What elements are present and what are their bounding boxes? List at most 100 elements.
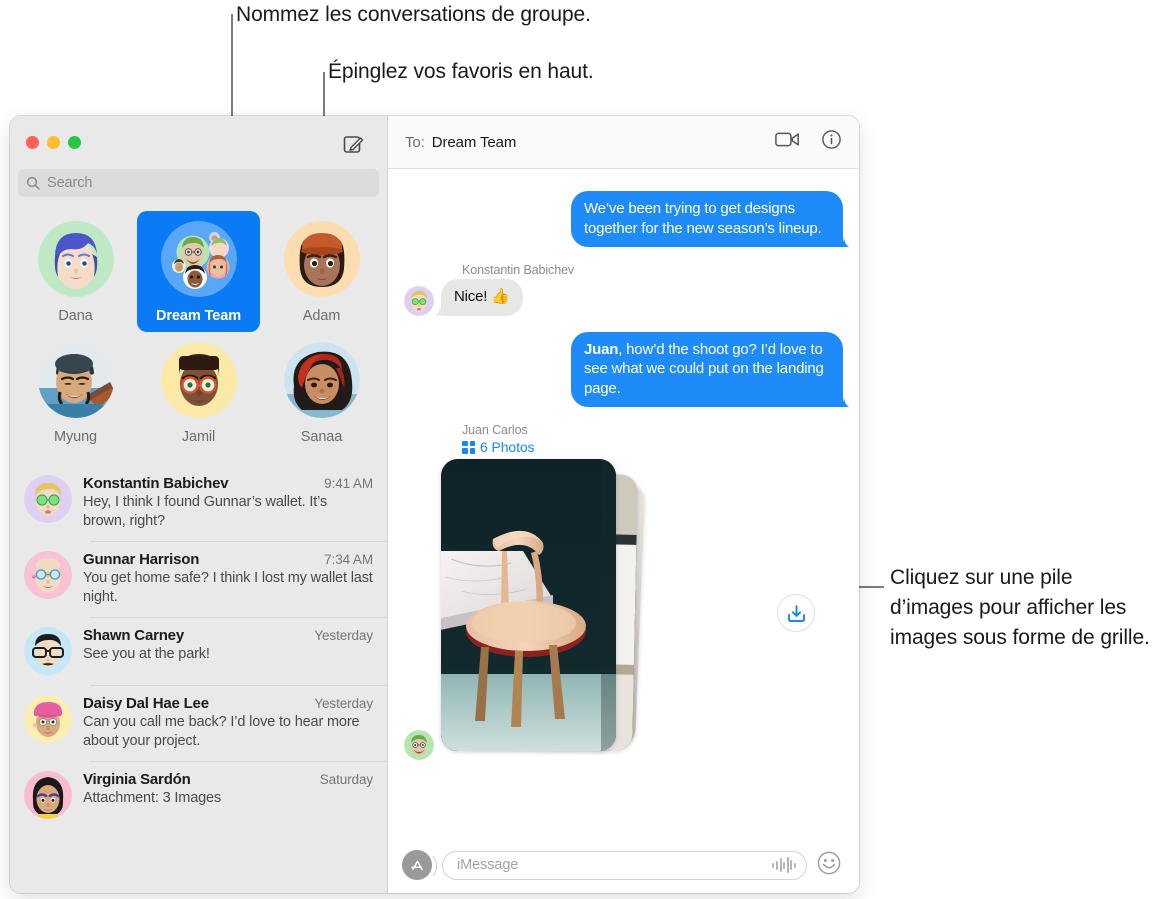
- close-button[interactable]: [26, 136, 39, 149]
- timestamp: 9:41 AM: [324, 476, 373, 491]
- pinned-item-adam[interactable]: Adam: [260, 211, 383, 332]
- photo-stack[interactable]: [441, 459, 815, 766]
- message-row-incoming: Nice! 👍: [404, 279, 843, 316]
- timestamp: 7:34 AM: [324, 552, 373, 567]
- message-group-photos: Juan Carlos 6 Photos: [404, 423, 843, 766]
- window-titlebar: [10, 116, 387, 169]
- window-controls: [26, 136, 81, 149]
- search-container: Search: [10, 169, 387, 207]
- list-item-body: Konstantin Babichev 9:41 AM Hey, I think…: [83, 475, 373, 531]
- timestamp: Yesterday: [314, 628, 373, 643]
- photo-count-label: 6 Photos: [480, 439, 535, 455]
- pinned-item-jamil[interactable]: Jamil: [137, 332, 260, 453]
- list-item-body: Shawn Carney Yesterday See you at the pa…: [83, 627, 373, 675]
- callout-image-stack: Cliquez sur une pile d’images pour affic…: [890, 566, 1150, 649]
- avatar: [24, 627, 72, 675]
- message-bubble[interactable]: Nice! 👍: [441, 279, 523, 316]
- avatar-dream-team-group: [160, 221, 237, 297]
- zoom-button[interactable]: [68, 136, 81, 149]
- messages-app-window: Search Dana Dream Team Adam Myung Jamil …: [10, 116, 859, 893]
- to-label: To:: [405, 133, 425, 151]
- audio-waveform-icon[interactable]: [772, 857, 796, 873]
- message-row-outgoing: Juan, how’d the shoot go? I’d love to se…: [404, 331, 843, 407]
- message-composer: iMessage: [388, 837, 859, 893]
- search-icon: [26, 176, 40, 190]
- conversation-header: To: Dream Team: [388, 116, 859, 169]
- mention: Juan: [584, 340, 619, 358]
- message-group-incoming: Konstantin Babichev Nice! 👍: [404, 263, 843, 320]
- recipient-name[interactable]: Dream Team: [432, 134, 517, 151]
- photo-stack-message: [404, 459, 843, 766]
- message-bubble[interactable]: Juan, how’d the shoot go? I’d love to se…: [571, 331, 843, 407]
- sender-name: Konstantin Babichev: [462, 263, 575, 277]
- avatar-konstantin: [404, 285, 434, 316]
- search-placeholder: Search: [47, 175, 93, 191]
- search-input[interactable]: Search: [18, 169, 379, 197]
- avatar-myung: [37, 342, 114, 418]
- avatar-sanaa: [283, 342, 360, 418]
- pinned-label: Adam: [302, 308, 341, 324]
- contact-name: Konstantin Babichev: [83, 475, 229, 492]
- message-preview: Hey, I think I found Gunnar’s wallet. It…: [83, 494, 328, 529]
- timestamp: Yesterday: [314, 696, 373, 711]
- photo-stack-card-front[interactable]: [441, 459, 616, 751]
- avatar-adam: [283, 221, 360, 297]
- photo-stack-header: Juan Carlos 6 Photos: [462, 423, 843, 455]
- contact-name: Daisy Dal Hae Lee: [83, 695, 209, 712]
- grid-icon: [462, 440, 475, 454]
- message-text: , how’d the shoot go? I’d love to see wh…: [584, 340, 824, 397]
- message-preview: You get home safe? I think I lost my wal…: [83, 570, 373, 605]
- list-item[interactable]: Daisy Dal Hae Lee Yesterday Can you call…: [10, 685, 387, 761]
- smiley-face-icon[interactable]: [817, 851, 841, 880]
- pinned-item-myung[interactable]: Myung: [14, 332, 137, 453]
- message-preview: Attachment: 3 Images: [83, 790, 222, 806]
- avatar: [24, 695, 72, 743]
- pinned-label: Dream Team: [156, 308, 241, 324]
- list-item[interactable]: Shawn Carney Yesterday See you at the pa…: [10, 617, 387, 685]
- list-item-body: Virginia Sardón Saturday Attachment: 3 I…: [83, 771, 373, 819]
- imessage-placeholder: iMessage: [457, 857, 519, 873]
- sidebar: Search Dana Dream Team Adam Myung Jamil …: [10, 116, 388, 893]
- timestamp: Saturday: [319, 772, 373, 787]
- conversation-pane: To: Dream Team We’ve been trying to get …: [388, 116, 859, 893]
- avatar-juan-carlos: [404, 730, 434, 760]
- message-thread: We’ve been trying to get designs togethe…: [388, 169, 859, 837]
- contact-name: Gunnar Harrison: [83, 551, 200, 568]
- pinned-label: Jamil: [181, 429, 216, 445]
- list-item-body: Daisy Dal Hae Lee Yesterday Can you call…: [83, 695, 373, 751]
- header-actions: [775, 130, 841, 154]
- imessage-input[interactable]: iMessage: [442, 850, 807, 880]
- message-row-outgoing: We’ve been trying to get designs togethe…: [404, 191, 843, 247]
- message-bubble[interactable]: We’ve been trying to get designs togethe…: [571, 191, 843, 247]
- pinned-label: Sanaa: [300, 429, 343, 445]
- pinned-item-dana[interactable]: Dana: [14, 211, 137, 332]
- info-circle-icon[interactable]: [822, 130, 841, 154]
- video-camera-icon[interactable]: [775, 131, 800, 153]
- contact-name: Shawn Carney: [83, 627, 184, 644]
- list-item[interactable]: Konstantin Babichev 9:41 AM Hey, I think…: [10, 465, 387, 541]
- pinned-item-sanaa[interactable]: Sanaa: [260, 332, 383, 453]
- pinned-label: Dana: [58, 308, 93, 324]
- avatar-jamil: [160, 342, 237, 418]
- pinned-conversations-grid: Dana Dream Team Adam Myung Jamil Sanaa: [10, 207, 387, 465]
- list-item-body: Gunnar Harrison 7:34 AM You get home saf…: [83, 551, 373, 607]
- callout-pin-favorites: Épinglez vos favoris en haut.: [328, 60, 594, 83]
- minimize-button[interactable]: [47, 136, 60, 149]
- compose-icon[interactable]: [343, 133, 365, 155]
- pinned-item-dream-team[interactable]: Dream Team: [137, 211, 260, 332]
- sender-name: Juan Carlos: [462, 423, 528, 437]
- avatar: [24, 551, 72, 599]
- callout-group-name: Nommez les conversations de groupe.: [236, 3, 591, 26]
- message-preview: Can you call me back? I’d love to hear m…: [83, 714, 360, 749]
- list-item[interactable]: Virginia Sardón Saturday Attachment: 3 I…: [10, 761, 387, 829]
- download-icon: [787, 604, 805, 622]
- list-item[interactable]: Gunnar Harrison 7:34 AM You get home saf…: [10, 541, 387, 617]
- pinned-label: Myung: [53, 429, 98, 445]
- conversation-list: Konstantin Babichev 9:41 AM Hey, I think…: [10, 465, 387, 893]
- contact-name: Virginia Sardón: [83, 771, 191, 788]
- app-store-icon[interactable]: [402, 850, 437, 880]
- download-button[interactable]: [777, 594, 815, 632]
- avatar-dana: [37, 221, 114, 297]
- photo-count-row[interactable]: 6 Photos: [462, 439, 843, 455]
- message-preview: See you at the park!: [83, 646, 210, 662]
